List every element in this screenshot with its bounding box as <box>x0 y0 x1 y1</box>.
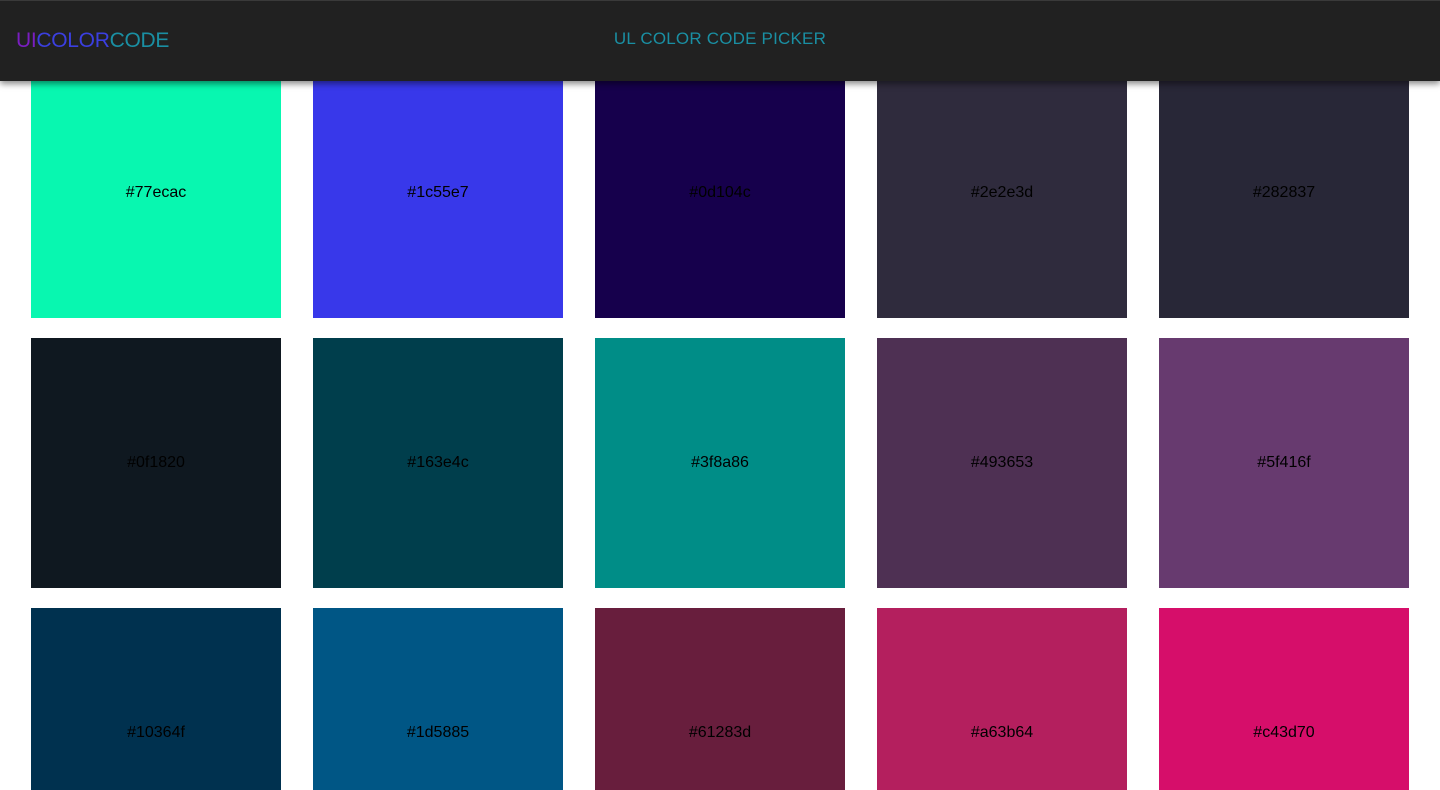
page-title: UL COLOR CODE PICKER <box>613 29 827 48</box>
swatch-hex-label: #493653 <box>970 454 1034 471</box>
swatch-hex-label: #77ecac <box>125 184 187 201</box>
color-swatch[interactable]: #0f1820 <box>31 338 281 588</box>
top-app-bar: UICOLORCODE UL COLOR CODE PICKER <box>0 0 1440 81</box>
color-swatch[interactable]: #0d104c <box>595 68 845 318</box>
swatch-hex-label: #2e2e3d <box>970 184 1034 201</box>
color-swatch[interactable]: #c43d70 <box>1159 608 1409 790</box>
color-swatch[interactable]: #3f8a86 <box>595 338 845 588</box>
swatch-hex-label: #10364f <box>127 724 185 741</box>
swatch-hex-label: #282837 <box>1252 184 1316 201</box>
color-swatch[interactable]: #493653 <box>877 338 1127 588</box>
swatch-hex-label: #c43d70 <box>1253 724 1315 741</box>
swatch-hex-label: #a63b64 <box>970 724 1034 741</box>
swatch-hex-label: #3f8a86 <box>691 454 749 471</box>
color-swatch[interactable]: #2e2e3d <box>877 68 1127 318</box>
color-swatch[interactable]: #10364f <box>31 608 281 790</box>
swatch-hex-label: #61283d <box>688 724 752 741</box>
color-swatch[interactable]: #61283d <box>595 608 845 790</box>
color-swatch[interactable]: #1c55e7 <box>313 68 563 318</box>
swatch-hex-label: #5f416f <box>1257 454 1311 471</box>
color-swatch[interactable]: #1d5885 <box>313 608 563 790</box>
color-grid: #77ecac #1c55e7 #0d104c #2e2e3d #282837 #0f18… <box>0 0 1440 790</box>
swatch-hex-label: #163e4c <box>407 454 469 471</box>
color-swatch[interactable]: #282837 <box>1159 68 1409 318</box>
color-swatch[interactable]: #163e4c <box>313 338 563 588</box>
color-swatch[interactable]: #a63b64 <box>877 608 1127 790</box>
color-swatch[interactable]: #77ecac <box>31 68 281 318</box>
swatch-hex-label: #0f1820 <box>127 454 185 471</box>
swatch-hex-label: #1d5885 <box>406 724 470 741</box>
color-swatch[interactable]: #5f416f <box>1159 338 1409 588</box>
swatch-hex-label: #0d104c <box>689 184 751 201</box>
swatch-hex-label: #1c55e7 <box>407 184 469 201</box>
